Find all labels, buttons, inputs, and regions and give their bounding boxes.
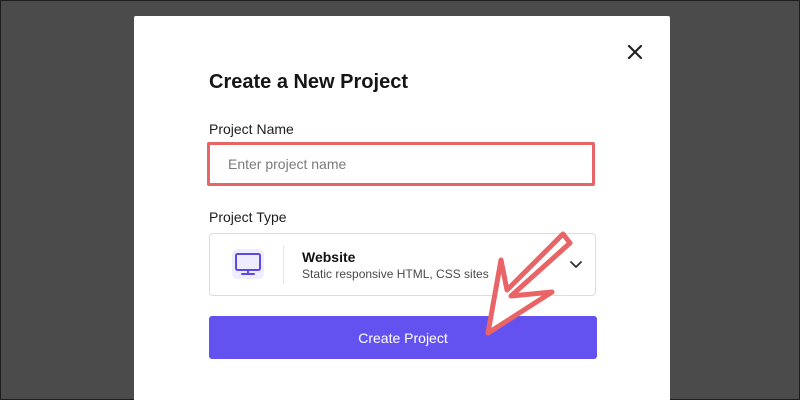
project-type-select[interactable]: Website Static responsive HTML, CSS site… [209, 233, 596, 296]
chevron-down-icon [569, 259, 583, 269]
monitor-icon [231, 248, 265, 280]
project-type-title: Website [302, 249, 356, 265]
type-divider [283, 246, 284, 284]
project-type-label: Project Type [209, 209, 287, 225]
close-icon [627, 44, 643, 60]
project-name-label: Project Name [209, 121, 294, 137]
dialog-title: Create a New Project [209, 71, 408, 93]
close-button[interactable] [622, 39, 648, 65]
project-name-input[interactable] [207, 142, 595, 186]
project-type-description: Static responsive HTML, CSS sites [302, 267, 489, 281]
create-project-dialog: Create a New Project Project Name Projec… [134, 16, 670, 400]
create-project-button[interactable]: Create Project [209, 316, 597, 359]
